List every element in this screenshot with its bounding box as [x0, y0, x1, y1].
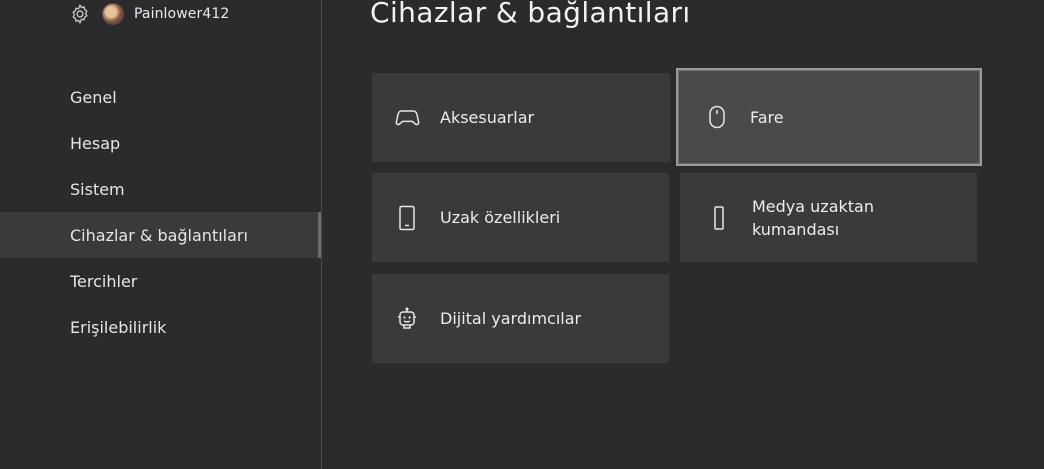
gamepad-icon: [394, 105, 420, 131]
tile-remote-features[interactable]: Uzak özellikleri: [372, 173, 669, 262]
avatar[interactable]: [102, 3, 124, 25]
sidebar-item-label: Erişilebilirlik: [70, 317, 167, 337]
tile-digital-assistants[interactable]: Dijital yardımcılar: [372, 274, 669, 363]
gear-icon[interactable]: [68, 2, 92, 26]
sidebar-item-hesap[interactable]: Hesap: [0, 120, 321, 166]
sidebar-item-sistem[interactable]: Sistem: [0, 166, 321, 212]
tile-label: Uzak özellikleri: [440, 208, 561, 227]
page-title: Cihazlar & bağlantıları: [370, 0, 691, 29]
tile-accessories[interactable]: Aksesuarlar: [372, 73, 670, 162]
tile-mouse[interactable]: Fare: [676, 68, 982, 166]
sidebar-item-label: Tercihler: [70, 271, 138, 291]
sidebar-item-label: Genel: [70, 87, 117, 107]
mouse-icon: [704, 104, 730, 130]
sidebar-item-label: Hesap: [70, 133, 121, 153]
sidebar: Painlower412 Genel Hesap Sistem Cihazlar…: [0, 0, 322, 469]
sidebar-item-genel[interactable]: Genel: [0, 74, 321, 120]
sidebar-item-label: Cihazlar & bağlantıları: [70, 225, 248, 245]
sidebar-item-tercihler[interactable]: Tercihler: [0, 258, 321, 304]
sidebar-item-erisilebilirlik[interactable]: Erişilebilirlik: [0, 304, 321, 350]
username: Painlower412: [134, 6, 230, 22]
profile-header: Painlower412: [68, 0, 229, 28]
tile-label: Dijital yardımcılar: [440, 309, 582, 328]
settings-app: Painlower412 Genel Hesap Sistem Cihazlar…: [0, 0, 1044, 469]
tile-media-remote[interactable]: Medya uzaktan kumandası: [680, 173, 977, 262]
tile-label: Aksesuarlar: [440, 108, 535, 127]
sidebar-item-label: Sistem: [70, 179, 125, 199]
assistant-bot-icon: [394, 306, 420, 332]
settings-nav: Genel Hesap Sistem Cihazlar & bağlantıla…: [0, 74, 321, 350]
tile-label: Medya uzaktan kumandası: [752, 196, 874, 239]
sidebar-item-devices[interactable]: Cihazlar & bağlantıları: [0, 212, 321, 258]
remote-icon: [706, 205, 732, 231]
tile-label: Fare: [750, 107, 784, 127]
phone-icon: [394, 205, 420, 231]
